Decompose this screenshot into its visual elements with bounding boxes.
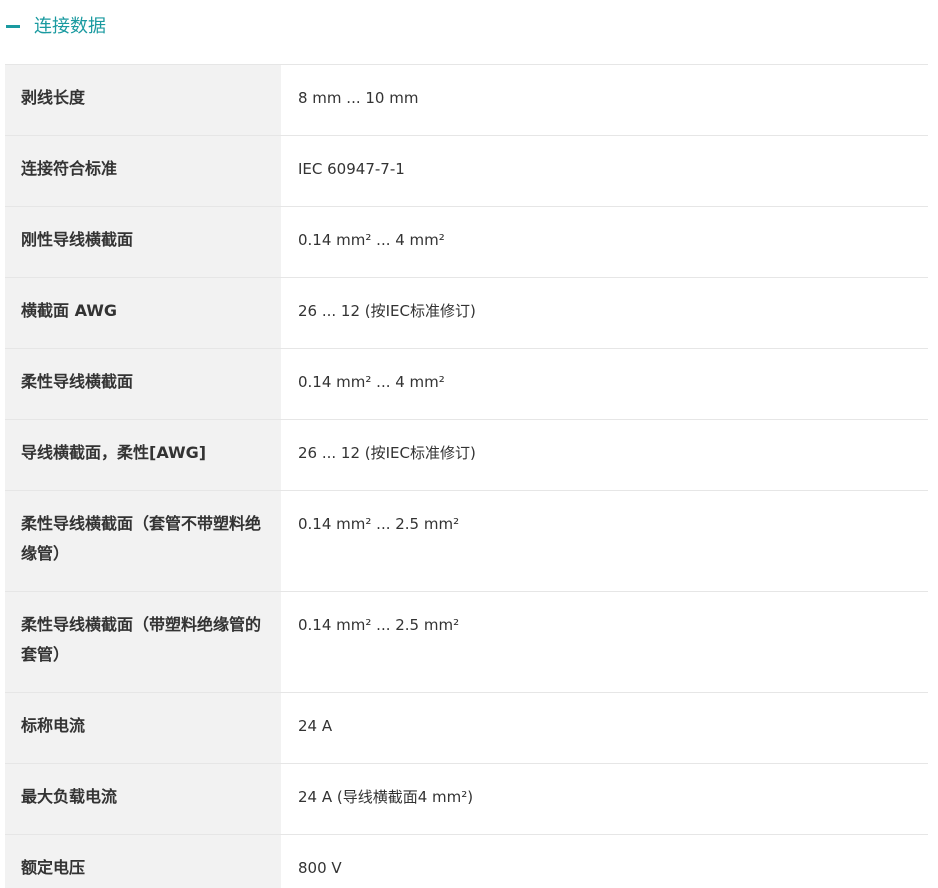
spec-row-flexible-cross-section: 柔性导线横截面 0.14 mm² ... 4 mm² [5, 349, 928, 420]
spec-value: 0.14 mm² ... 2.5 mm² [281, 491, 928, 591]
spec-row-flexible-awg: 导线横截面，柔性[AWG] 26 ... 12 (按IEC标准修订) [5, 420, 928, 491]
spec-value: 24 A [281, 693, 928, 763]
spec-label: 柔性导线横截面 [5, 349, 281, 419]
spec-row-connection-standard: 连接符合标准 IEC 60947-7-1 [5, 136, 928, 207]
spec-label: 最大负载电流 [5, 764, 281, 834]
spec-table: 剥线长度 8 mm ... 10 mm 连接符合标准 IEC 60947-7-1… [5, 64, 928, 888]
spec-value: 8 mm ... 10 mm [281, 65, 928, 135]
spec-value: 0.14 mm² ... 4 mm² [281, 207, 928, 277]
spec-value: 26 ... 12 (按IEC标准修订) [281, 278, 928, 348]
spec-label: 横截面 AWG [5, 278, 281, 348]
spec-row-cross-section-awg: 横截面 AWG 26 ... 12 (按IEC标准修订) [5, 278, 928, 349]
spec-label: 剥线长度 [5, 65, 281, 135]
spec-row-rated-current: 标称电流 24 A [5, 693, 928, 764]
spec-row-max-load-current: 最大负载电流 24 A (导线横截面4 mm²) [5, 764, 928, 835]
spec-row-ferrule-with-sleeve: 柔性导线横截面（带塑料绝缘管的套管） 0.14 mm² ... 2.5 mm² [5, 592, 928, 693]
spec-label: 刚性导线横截面 [5, 207, 281, 277]
spec-label: 标称电流 [5, 693, 281, 763]
spec-label: 额定电压 [5, 835, 281, 888]
spec-label: 连接符合标准 [5, 136, 281, 206]
spec-value: 26 ... 12 (按IEC标准修订) [281, 420, 928, 490]
spec-label: 柔性导线横截面（套管不带塑料绝缘管） [5, 491, 281, 591]
spec-value: 24 A (导线横截面4 mm²) [281, 764, 928, 834]
spec-label: 导线横截面，柔性[AWG] [5, 420, 281, 490]
spec-row-rigid-cross-section: 刚性导线横截面 0.14 mm² ... 4 mm² [5, 207, 928, 278]
minus-icon[interactable] [6, 25, 20, 28]
page: 连接数据 剥线长度 8 mm ... 10 mm 连接符合标准 IEC 6094… [0, 0, 938, 888]
spec-value: 0.14 mm² ... 4 mm² [281, 349, 928, 419]
section-header-connection-data[interactable]: 连接数据 [0, 0, 938, 64]
section-title: 连接数据 [34, 16, 106, 37]
spec-row-stripping-length: 剥线长度 8 mm ... 10 mm [5, 65, 928, 136]
spec-value: IEC 60947-7-1 [281, 136, 928, 206]
spec-row-rated-voltage: 额定电压 800 V [5, 835, 928, 888]
spec-value: 0.14 mm² ... 2.5 mm² [281, 592, 928, 692]
spec-label: 柔性导线横截面（带塑料绝缘管的套管） [5, 592, 281, 692]
spec-row-ferrule-without-sleeve: 柔性导线横截面（套管不带塑料绝缘管） 0.14 mm² ... 2.5 mm² [5, 491, 928, 592]
spec-value: 800 V [281, 835, 928, 888]
